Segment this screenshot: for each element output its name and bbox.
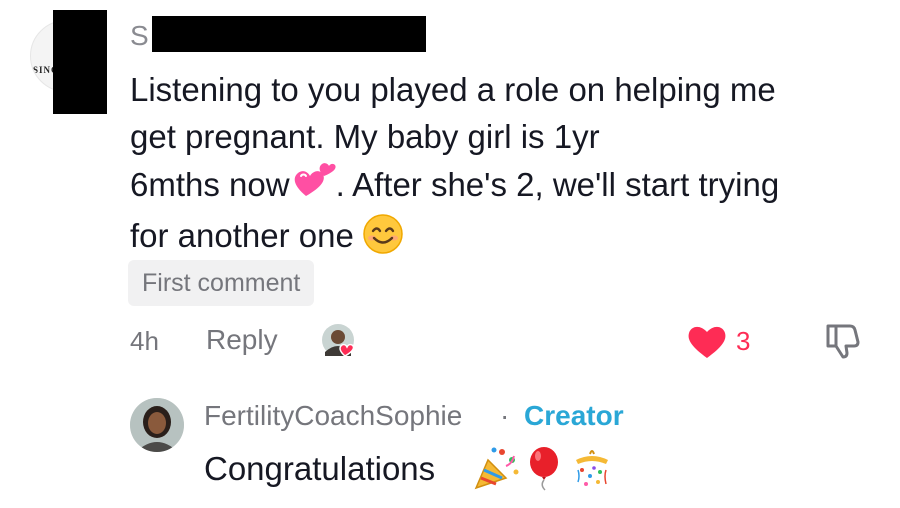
comment-line-3a: 6mths now: [130, 166, 290, 203]
redaction-block: [53, 10, 107, 114]
comment-line-3: 6mths now . After she's 2, we'll start t…: [130, 160, 870, 212]
username-redaction: [152, 16, 426, 52]
comment-thread: SINCE S Listening to you played a role o…: [0, 0, 900, 508]
comment-line-3b: . After she's 2, we'll start trying: [335, 166, 780, 203]
creator-avatar[interactable]: [130, 398, 184, 452]
creator-badge: Creator: [524, 400, 624, 431]
two-hearts-emoji: [292, 160, 336, 212]
separator-dot: ·: [500, 400, 510, 431]
comment-line-1: Listening to you played a role on helpin…: [130, 71, 776, 108]
comment-line-2: get pregnant. My baby girl is 1yr: [130, 118, 600, 155]
balloon-emoji: [526, 446, 562, 492]
reply-author-name[interactable]: FertilityCoachSophie: [204, 400, 462, 432]
reply-button[interactable]: Reply: [206, 324, 278, 356]
like-count: 3: [736, 326, 751, 356]
commenter-username[interactable]: S: [130, 20, 149, 52]
comment-actions: 4h Reply 3: [0, 318, 900, 364]
comment-timestamp: 4h: [130, 326, 159, 356]
reply-emojis: [472, 446, 616, 492]
comment-line-4: for another one: [130, 212, 870, 267]
confetti-ball-emoji: [568, 446, 616, 492]
party-popper-emoji: [472, 446, 520, 492]
comment-line-4-text: for another one: [130, 217, 354, 254]
creator-liked-avatar: [320, 322, 358, 360]
comment-body: Listening to you played a role on helpin…: [130, 66, 870, 267]
reply-body: Congratulations: [204, 450, 436, 487]
like-heart-icon[interactable]: [686, 322, 728, 360]
dislike-icon[interactable]: [822, 320, 862, 360]
first-comment-badge: First comment: [128, 260, 315, 306]
smiling-face-emoji: [362, 213, 404, 267]
